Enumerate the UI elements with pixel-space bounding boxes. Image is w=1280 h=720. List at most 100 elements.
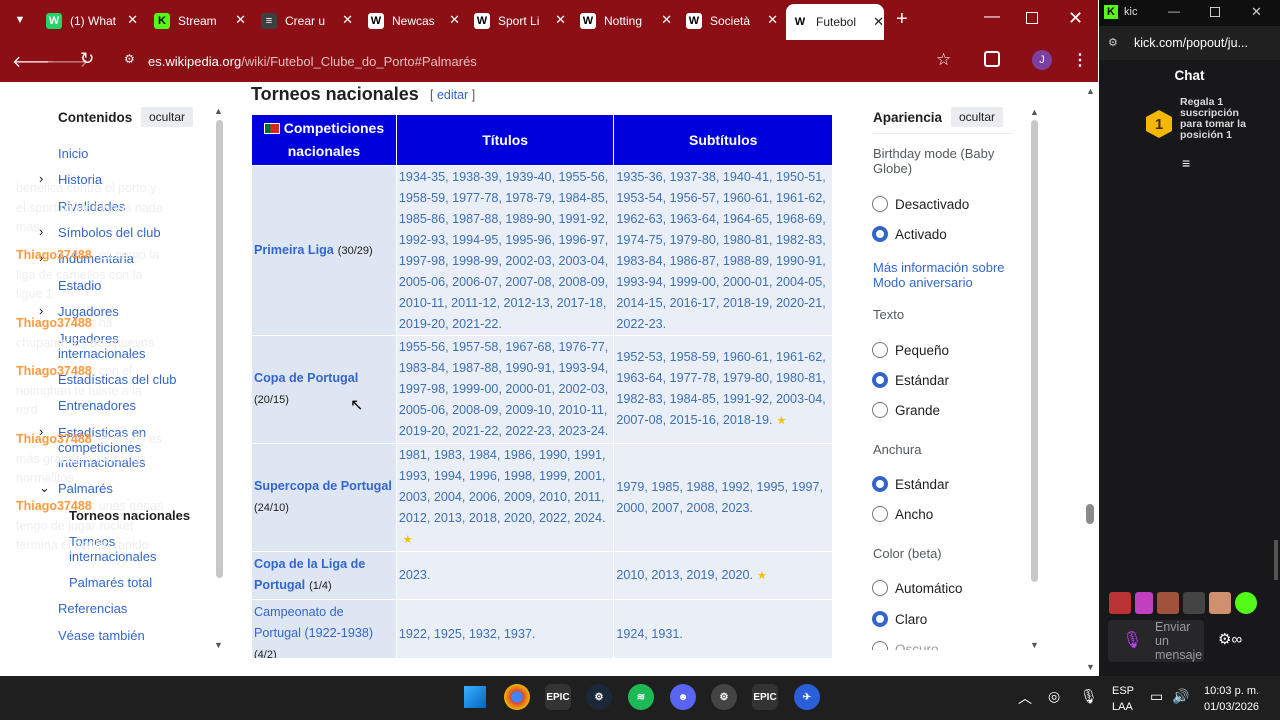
spotify-icon[interactable]: ≋ bbox=[628, 684, 654, 710]
tab-close-icon[interactable]: ✕ bbox=[873, 14, 884, 30]
address-bar[interactable]: ⚙ es.wikipedia.org/wiki/Futebol_Clube_do… bbox=[112, 46, 970, 76]
clock-time[interactable]: 10:03 p. m. bbox=[1204, 685, 1259, 697]
tab-close-icon[interactable]: ✕ bbox=[767, 12, 778, 28]
toc-item[interactable]: Referencias bbox=[58, 601, 198, 616]
profile-avatar[interactable]: J bbox=[1032, 50, 1052, 70]
radio-wide-label[interactable]: Ancho bbox=[895, 507, 933, 522]
toc-hide-button[interactable]: ocultar bbox=[141, 107, 194, 127]
chat-close-icon[interactable]: ✕ bbox=[1251, 4, 1262, 20]
browser-tab[interactable]: ≡ Crear u ✕ bbox=[255, 8, 353, 34]
titles-list[interactable]: 1981, 1983, 1984, 1986, 1990, 1991, 1993… bbox=[399, 448, 606, 525]
epic-games-2-icon[interactable]: EPIC bbox=[752, 684, 778, 710]
lang-layout[interactable]: LAA bbox=[1112, 701, 1133, 713]
subtitles-list[interactable]: 1935-36, 1937-38, 1940-41, 1950-51, 1953… bbox=[616, 170, 825, 331]
toc-scroll-up-icon[interactable]: ▲ bbox=[214, 106, 223, 116]
emote-icon[interactable] bbox=[1183, 592, 1205, 614]
tab-close-icon[interactable]: ✕ bbox=[342, 12, 353, 28]
emote-row[interactable] bbox=[1109, 592, 1263, 614]
subtitles-list[interactable]: 1952-53, 1958-59, 1960-61, 1961-62, 1963… bbox=[616, 350, 825, 427]
lang-code[interactable]: ESP bbox=[1112, 685, 1134, 697]
browser-tab[interactable]: W Sport Li ✕ bbox=[468, 8, 566, 34]
chat-minimize-icon[interactable]: — bbox=[1168, 4, 1180, 18]
extensions-icon[interactable] bbox=[984, 51, 1000, 67]
browser-menu-icon[interactable]: ⋮ bbox=[1072, 50, 1088, 70]
browser-tab[interactable]: W Futebol ✕ bbox=[786, 4, 884, 40]
titles-list[interactable]: 1955-56, 1957-58, 1967-68, 1976-77, 1983… bbox=[399, 340, 608, 438]
emote-icon[interactable] bbox=[1235, 592, 1257, 614]
radio-off[interactable] bbox=[872, 196, 888, 212]
radio-light[interactable] bbox=[872, 611, 888, 627]
chat-scrollbar[interactable] bbox=[1274, 540, 1278, 580]
maximize-icon[interactable] bbox=[1026, 12, 1038, 24]
mic-icon[interactable]: 🎙 bbox=[1122, 630, 1142, 650]
radio-dark-label[interactable]: Oscuro bbox=[895, 642, 939, 650]
chat-username[interactable]: Thiago37488 bbox=[16, 316, 92, 330]
bookmark-star-icon[interactable]: ☆ bbox=[936, 50, 951, 70]
chat-username[interactable]: Thiago37488 bbox=[16, 248, 92, 262]
chat-settings-icon[interactable]: ⚙∞ bbox=[1218, 630, 1242, 648]
subtitles-list[interactable]: 1924, 1931. bbox=[616, 627, 683, 641]
tab-close-icon[interactable]: ✕ bbox=[449, 12, 460, 28]
radio-small-label[interactable]: Pequeño bbox=[895, 343, 949, 358]
start-icon[interactable] bbox=[464, 686, 486, 708]
radio-width-standard[interactable] bbox=[872, 476, 888, 492]
clock-date[interactable]: 01/03/2026 bbox=[1204, 701, 1259, 713]
emote-icon[interactable] bbox=[1209, 592, 1231, 614]
radio-auto[interactable] bbox=[872, 580, 888, 596]
browser-tab[interactable]: W Notting ✕ bbox=[574, 8, 672, 34]
browser-tab[interactable]: W Newcas ✕ bbox=[362, 8, 460, 34]
tab-close-icon[interactable]: ✕ bbox=[127, 12, 138, 28]
browser-tab[interactable]: W (1) What ✕ bbox=[40, 8, 138, 34]
emote-icon[interactable] bbox=[1135, 592, 1153, 614]
radio-large-label[interactable]: Grande bbox=[895, 403, 940, 418]
reload-icon[interactable]: ↻ bbox=[80, 49, 94, 69]
competition-name-link[interactable]: Campeonato de Portugal (1922-1938) bbox=[254, 605, 373, 640]
browser-tab[interactable]: W Società ✕ bbox=[680, 8, 778, 34]
emote-icon[interactable] bbox=[1157, 592, 1179, 614]
radio-width-standard-label[interactable]: Estándar bbox=[895, 477, 949, 492]
emote-icon[interactable] bbox=[1109, 592, 1131, 614]
radio-on-label[interactable]: Activado bbox=[895, 227, 947, 242]
radio-auto-label[interactable]: Automático bbox=[895, 581, 963, 596]
chat-username[interactable]: Thiago37488 bbox=[16, 432, 92, 446]
titles-list[interactable]: 1934-35, 1938-39, 1939-40, 1955-56, 1958… bbox=[399, 170, 608, 331]
toc-item[interactable]: Palmarés total bbox=[69, 575, 199, 590]
page-scroll-up-icon[interactable]: ▲ bbox=[1086, 86, 1095, 96]
radio-off-label[interactable]: Desactivado bbox=[895, 197, 969, 212]
discord-icon[interactable]: ☻ bbox=[670, 684, 696, 710]
titles-list[interactable]: 2023. bbox=[399, 568, 431, 582]
radio-on[interactable] bbox=[872, 226, 888, 242]
new-tab-button[interactable]: + bbox=[896, 8, 908, 31]
tray-icon[interactable]: ◎ bbox=[1048, 688, 1060, 705]
tab-close-icon[interactable]: ✕ bbox=[661, 12, 672, 28]
chat-username[interactable]: Thiago37488 bbox=[16, 364, 92, 378]
radio-wide[interactable] bbox=[872, 506, 888, 522]
edit-link-text[interactable]: editar bbox=[437, 88, 468, 102]
volume-icon[interactable]: 🔊 bbox=[1172, 688, 1189, 705]
competition-name-link[interactable]: Primeira Liga bbox=[254, 243, 334, 257]
tab-close-icon[interactable]: ✕ bbox=[555, 12, 566, 28]
tab-close-icon[interactable]: ✕ bbox=[235, 12, 246, 28]
page-scroll-down-icon[interactable]: ▼ bbox=[1086, 662, 1095, 672]
toc-scrollbar[interactable] bbox=[216, 120, 223, 578]
mic-tray-icon[interactable]: 🎙 bbox=[1080, 688, 1098, 705]
tray-chevron-icon[interactable]: ︿ bbox=[1018, 688, 1032, 708]
radio-large[interactable] bbox=[872, 402, 888, 418]
competition-name-link[interactable]: Copa de Portugal bbox=[254, 371, 358, 385]
network-icon[interactable]: ▭ bbox=[1150, 688, 1163, 705]
epic-games-icon[interactable]: EPIC bbox=[545, 684, 571, 710]
browser-tab[interactable]: K Stream ✕ bbox=[148, 8, 246, 34]
toc-item[interactable]: Véase también bbox=[58, 628, 198, 643]
radio-small[interactable] bbox=[872, 342, 888, 358]
subtitles-list[interactable]: 1979, 1985, 1988, 1992, 1995, 1997, 2000… bbox=[616, 480, 823, 515]
chat-username[interactable]: Thiago37488 bbox=[16, 499, 92, 513]
radio-standard[interactable] bbox=[872, 372, 888, 388]
rocket-league-icon[interactable]: ✈ bbox=[794, 684, 820, 710]
titles-list[interactable]: 1922, 1925, 1932, 1937. bbox=[399, 627, 536, 641]
page-scrollbar[interactable] bbox=[1086, 504, 1094, 524]
close-window-icon[interactable]: ✕ bbox=[1068, 8, 1083, 29]
steam-icon[interactable]: ⚙ bbox=[586, 684, 612, 710]
chat-menu-icon[interactable]: ≡ bbox=[1182, 155, 1190, 171]
chat-maximize-icon[interactable] bbox=[1210, 7, 1220, 17]
tab-list-dropdown-icon[interactable]: ▼ bbox=[10, 10, 30, 30]
